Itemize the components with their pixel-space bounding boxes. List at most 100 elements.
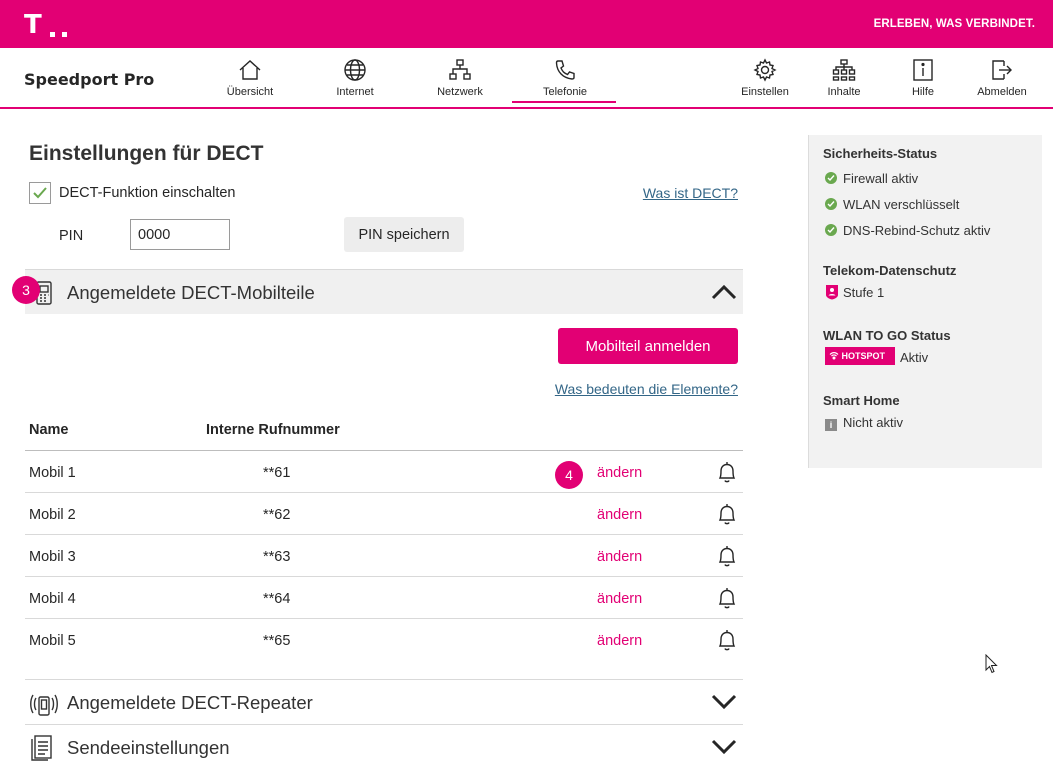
brand-name: Speedport Pro (24, 70, 155, 89)
handset-number: **61 (263, 465, 291, 481)
security-item: Firewall aktiv (825, 171, 918, 186)
chevron-down-icon[interactable] (711, 739, 737, 755)
pin-save-button[interactable]: PIN speichern (344, 217, 464, 252)
nav-network-label: Netzwerk (437, 86, 483, 98)
hotspot-badge: HOTSPOT (825, 347, 895, 365)
security-item: DNS-Rebind-Schutz aktiv (825, 223, 990, 238)
privacy-user-icon (826, 285, 838, 300)
edit-handset-link[interactable]: ändern (597, 507, 642, 523)
top-bar: T ERLEBEN, WAS VERBINDET. (0, 0, 1053, 48)
status-sidebar: Sicherheits-Status Firewall aktiv WLAN v… (808, 135, 1042, 468)
sitemap-icon (832, 59, 856, 81)
table-row: Mobil 3 **63 ändern (25, 535, 743, 577)
section-handsets-header[interactable]: Angemeldete DECT-Mobilteile (25, 269, 743, 314)
nav-network[interactable]: Netzwerk (415, 58, 505, 98)
section-send-settings-header[interactable]: Sendeeinstellungen (25, 724, 743, 769)
mouse-cursor-icon (985, 654, 998, 674)
table-row: Mobil 1 **61 ändern (25, 451, 743, 493)
wifi-icon (829, 352, 839, 360)
pin-label: PIN (59, 228, 84, 244)
globe-icon (344, 59, 366, 81)
info-icon (913, 59, 933, 81)
elements-help-link[interactable]: Was bedeuten die Elemente? (555, 381, 738, 397)
section-repeater-label: Angemeldete DECT-Repeater (67, 692, 313, 713)
active-tab-indicator (512, 101, 616, 103)
network-icon (449, 59, 471, 80)
status-ok-icon (825, 172, 837, 184)
handset-name: Mobil 1 (29, 465, 76, 481)
nav-internet-label: Internet (336, 86, 374, 98)
handset-number: **65 (263, 633, 291, 649)
document-icon (31, 735, 52, 761)
nav-logout[interactable]: Abmelden (957, 58, 1047, 98)
phone-icon (555, 60, 575, 80)
wlan-to-go-status: Aktiv (900, 350, 929, 365)
bell-icon[interactable] (716, 628, 738, 652)
bell-icon[interactable] (716, 460, 738, 484)
info-small-icon: i (825, 419, 837, 431)
nav-contents[interactable]: Inhalte (799, 58, 889, 98)
handset-name: Mobil 3 (29, 549, 76, 565)
smart-home-status: i Nicht aktiv (825, 415, 903, 431)
nav-telephony-label: Telefonie (542, 86, 588, 98)
handset-name: Mobil 5 (29, 633, 76, 649)
edit-handset-link[interactable]: ändern (597, 465, 642, 481)
handset-number: **64 (263, 591, 291, 607)
section-send-settings-label: Sendeeinstellungen (67, 737, 230, 758)
smart-home-status-label: Nicht aktiv (843, 415, 903, 430)
telekom-logo[interactable]: T (24, 12, 42, 38)
table-row: Mobil 2 **62 ändern (25, 493, 743, 535)
table-row: Mobil 5 **65 ändern (25, 619, 743, 661)
edit-handset-link[interactable]: ändern (597, 591, 642, 607)
edit-handset-link[interactable]: ändern (597, 633, 642, 649)
bell-icon[interactable] (716, 502, 738, 526)
checkmark-icon (33, 187, 47, 199)
nav-overview[interactable]: Übersicht (205, 58, 295, 98)
what-is-dect-link[interactable]: Was ist DECT? (643, 185, 738, 201)
table-row: Mobil 4 **64 ändern (25, 577, 743, 619)
smart-home-title: Smart Home (823, 393, 900, 408)
handset-name: Mobil 4 (29, 591, 76, 607)
status-ok-icon (825, 198, 837, 210)
column-header-name: Name (29, 422, 69, 438)
status-ok-icon (825, 224, 837, 236)
pin-input[interactable] (130, 219, 230, 250)
nav-logout-label: Abmelden (977, 86, 1027, 98)
dect-toggle-checkbox[interactable] (29, 182, 51, 204)
handset-name: Mobil 2 (29, 507, 76, 523)
handset-number: **62 (263, 507, 291, 523)
section-repeater-header[interactable]: Angemeldete DECT-Repeater (25, 679, 743, 724)
chevron-down-icon[interactable] (711, 694, 737, 710)
privacy-title: Telekom-Datenschutz (823, 263, 957, 278)
privacy-level: Stufe 1 (825, 284, 884, 300)
nav-settings[interactable]: Einstellen (720, 58, 810, 98)
nav-help[interactable]: Hilfe (878, 58, 968, 98)
privacy-level-label: Stufe 1 (843, 285, 885, 300)
security-item-label: WLAN verschlüsselt (843, 197, 960, 212)
security-item: WLAN verschlüsselt (825, 197, 959, 212)
dect-toggle-label[interactable]: DECT-Funktion einschalten (59, 185, 236, 201)
edit-handset-link[interactable]: ändern (597, 549, 642, 565)
bell-icon[interactable] (716, 544, 738, 568)
handset-number: **63 (263, 549, 291, 565)
nav-internet[interactable]: Internet (310, 58, 400, 98)
section-handsets-label: Angemeldete DECT-Mobilteile (67, 282, 315, 303)
step-badge-3: 3 (12, 276, 40, 304)
chevron-up-icon[interactable] (711, 284, 737, 300)
hotspot-label: HOTSPOT (841, 351, 886, 361)
nav-overview-label: Übersicht (226, 86, 274, 98)
nav-telephony[interactable]: Telefonie (520, 58, 610, 107)
register-handset-button[interactable]: Mobilteil anmelden (558, 328, 738, 364)
security-item-label: Firewall aktiv (843, 171, 919, 186)
nav-contents-label: Inhalte (827, 86, 861, 98)
security-status-title: Sicherheits-Status (823, 146, 938, 161)
page-title: Einstellungen für DECT (29, 142, 264, 165)
nav-settings-label: Einstellen (741, 86, 789, 98)
logout-icon (992, 60, 1012, 80)
gear-icon (753, 58, 777, 82)
slogan: ERLEBEN, WAS VERBINDET. (873, 18, 1035, 30)
repeater-icon (30, 694, 58, 716)
bell-icon[interactable] (716, 586, 738, 610)
home-icon (239, 60, 261, 80)
security-item-label: DNS-Rebind-Schutz aktiv (843, 223, 991, 238)
